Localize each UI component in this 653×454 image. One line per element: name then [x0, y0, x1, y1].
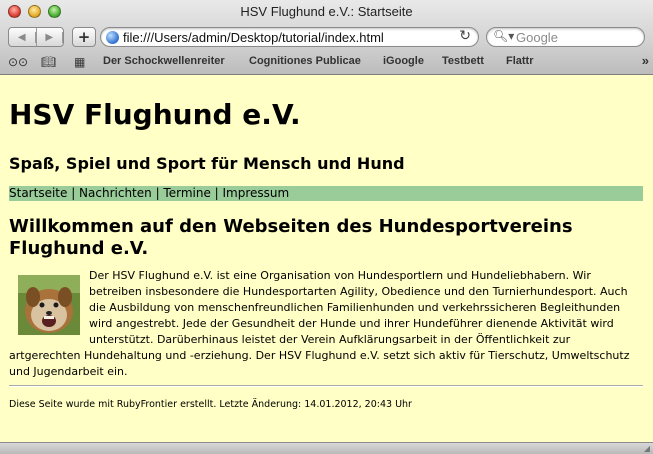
footer-divider — [9, 385, 643, 387]
history-buttons: ◀ ▶ — [8, 27, 64, 47]
top-sites-grid-icon[interactable]: ▦ — [74, 55, 85, 69]
intro-paragraph: Der HSV Flughund e.V. ist eine Organisat… — [9, 268, 639, 380]
back-arrow-icon: ◀ — [9, 31, 36, 43]
nav-separator: | — [151, 186, 164, 200]
window-title: HSV Flughund e.V.: Startseite — [240, 4, 413, 19]
forward-arrow-icon: ▶ — [37, 31, 63, 43]
url-text[interactable]: file:///Users/admin/Desktop/tutorial/ind… — [123, 30, 384, 45]
back-button[interactable]: ◀ — [9, 28, 37, 46]
bookmark-flattr[interactable]: Flattr — [506, 55, 534, 67]
page-subtitle: Spaß, Spiel und Sport für Mensch und Hun… — [9, 154, 405, 173]
dog-photo — [18, 275, 80, 335]
nav-separator: | — [210, 186, 223, 200]
page-title: HSV Flughund e.V. — [9, 98, 301, 131]
welcome-heading: Willkommen auf den Webseiten des Hundesp… — [9, 216, 573, 259]
nav-link-startseite[interactable]: Startseite — [9, 186, 67, 200]
nav-link-termine[interactable]: Termine — [163, 186, 210, 200]
search-field[interactable]: 🔍︎▾ Google — [486, 27, 645, 47]
bookmarks-bar: ⊙⊙ 📖︎ ▦ Der Schockwellenreiter Cognition… — [0, 51, 653, 73]
bookmark-cognitiones-publicae[interactable]: Cognitiones Publicae — [249, 55, 361, 67]
nav-link-impressum[interactable]: Impressum — [223, 186, 290, 200]
bookmarks-book-icon[interactable]: 📖︎ — [41, 55, 56, 69]
search-icon: 🔍︎▾ — [493, 29, 515, 43]
bookmark-testbett[interactable]: Testbett — [442, 55, 484, 67]
more-bookmarks-chevron-icon[interactable]: » — [642, 53, 649, 68]
nav-separator: | — [67, 186, 80, 200]
page-footer: Diese Seite wurde mit RubyFrontier erste… — [9, 399, 412, 410]
forward-button[interactable]: ▶ — [37, 28, 63, 46]
page-content: HSV Flughund e.V. Spaß, Spiel und Sport … — [0, 76, 653, 442]
reading-list-icon[interactable]: ⊙⊙ — [8, 55, 28, 69]
site-navigation: Startseite | Nachrichten | Termine | Imp… — [9, 186, 643, 201]
search-placeholder[interactable]: Google — [516, 30, 558, 45]
bookmark-schockwellenreiter[interactable]: Der Schockwellenreiter — [103, 55, 225, 67]
reload-icon[interactable]: ↻ — [459, 28, 471, 44]
globe-icon — [106, 31, 119, 44]
dog-photo-image — [18, 275, 80, 335]
status-bar: ◢ — [0, 442, 653, 454]
intro-text: Der HSV Flughund e.V. ist eine Organisat… — [9, 269, 630, 378]
browser-window: HSV Flughund e.V.: Startseite ◀ ▶ + file… — [0, 0, 653, 454]
add-bookmark-button[interactable]: + — [72, 27, 96, 47]
browser-toolbar: HSV Flughund e.V.: Startseite ◀ ▶ + file… — [0, 0, 653, 75]
address-bar[interactable]: file:///Users/admin/Desktop/tutorial/ind… — [100, 27, 479, 47]
bookmark-igoogle[interactable]: iGoogle — [383, 55, 424, 67]
resize-grip-icon[interactable]: ◢ — [644, 444, 650, 453]
nav-link-nachrichten[interactable]: Nachrichten — [79, 186, 152, 200]
